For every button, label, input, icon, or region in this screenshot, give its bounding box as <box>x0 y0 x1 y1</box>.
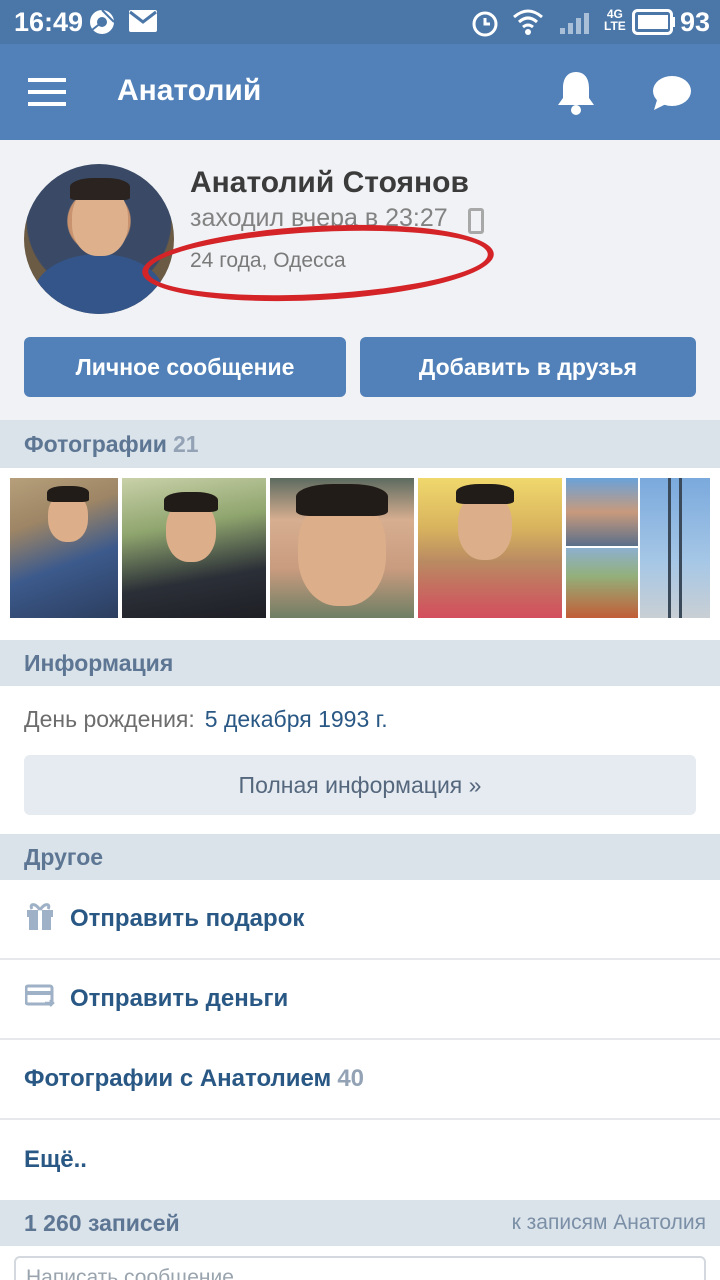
profile-card: Анатолий Стоянов заходил вчера в 23:27 2… <box>0 140 720 420</box>
photos-title: Фотографии <box>24 430 167 457</box>
photo-strip <box>0 468 720 640</box>
send-money-label: Отправить деньги <box>70 985 289 1012</box>
mobile-phone-icon <box>468 208 484 234</box>
hamburger-menu-icon[interactable] <box>28 78 68 106</box>
photos-with-item[interactable]: Фотографии с Анатолием 40 <box>0 1040 720 1120</box>
thumb-hair <box>164 492 218 512</box>
network-type: 4G LTE <box>604 8 626 32</box>
page-title: Анатолий <box>117 74 262 107</box>
posts-link[interactable]: к записям Анатолия <box>512 1211 706 1235</box>
more-label: Ещё.. <box>24 1146 87 1173</box>
photos-count: 21 <box>172 430 199 457</box>
posts-count: 1 260 записей <box>24 1210 180 1236</box>
avatar-hair <box>70 178 130 200</box>
thumb-hair <box>456 484 514 504</box>
birthday-row: День рождения: 5 декабря 1993 г. <box>24 706 388 733</box>
posts-header: 1 260 записей к записям Анатолия <box>0 1200 720 1246</box>
photo-thumbnail[interactable] <box>270 478 414 618</box>
app-header: Анатолий <box>0 44 720 140</box>
alarm-icon <box>470 8 500 43</box>
photos-section-header[interactable]: Фотографии 21 <box>0 420 720 468</box>
battery-icon <box>632 9 676 40</box>
status-bar: 16:49 4G LTE 93 <box>0 0 720 44</box>
full-info-button[interactable]: Полная информация » <box>24 755 696 815</box>
photo-thumbnail[interactable] <box>418 478 562 618</box>
thumb-hair <box>296 484 388 516</box>
more-item[interactable]: Ещё.. <box>0 1120 720 1200</box>
add-friend-button[interactable]: Добавить в друзья <box>360 337 696 397</box>
mail-icon <box>128 8 158 39</box>
send-gift-label: Отправить подарок <box>70 905 305 932</box>
photos-with-label: Фотографии с Анатолием <box>24 1065 332 1092</box>
send-money-item[interactable]: Отправить деньги <box>0 960 720 1040</box>
chrome-icon <box>88 8 116 41</box>
birthday-label: День рождения: <box>24 706 195 732</box>
info-section-header: Информация <box>0 640 720 686</box>
photo-thumbnail[interactable] <box>566 548 638 618</box>
photo-thumbnail[interactable] <box>640 478 710 618</box>
send-gift-item[interactable]: Отправить подарок <box>0 880 720 960</box>
thumb-hair <box>47 486 89 502</box>
private-message-button[interactable]: Личное сообщение <box>24 337 346 397</box>
avatar-shirt <box>34 254 164 314</box>
messages-icon[interactable] <box>651 74 693 117</box>
photo-thumbnail[interactable] <box>122 478 266 618</box>
tower-shape <box>668 478 682 618</box>
profile-name: Анатолий Стоянов <box>190 166 469 199</box>
other-title: Другое <box>24 843 104 870</box>
photos-with-count: 40 <box>337 1065 365 1092</box>
photo-thumbnail[interactable] <box>10 478 118 618</box>
info-title: Информация <box>24 649 174 676</box>
compose-input[interactable]: Написать сообщение... <box>14 1256 706 1280</box>
money-card-icon <box>24 983 55 1016</box>
gift-icon <box>25 900 55 939</box>
status-time: 16:49 <box>14 7 84 37</box>
photo-thumbnail[interactable] <box>566 478 638 546</box>
network-sublabel: LTE <box>604 19 626 33</box>
battery-level: 93 <box>680 7 711 37</box>
birthday-value[interactable]: 5 декабря 1993 г. <box>205 706 388 732</box>
avatar[interactable] <box>24 164 174 314</box>
other-section-header: Другое <box>0 834 720 880</box>
signal-icon <box>560 10 596 39</box>
bell-icon[interactable] <box>555 68 597 121</box>
wifi-icon <box>512 8 544 41</box>
